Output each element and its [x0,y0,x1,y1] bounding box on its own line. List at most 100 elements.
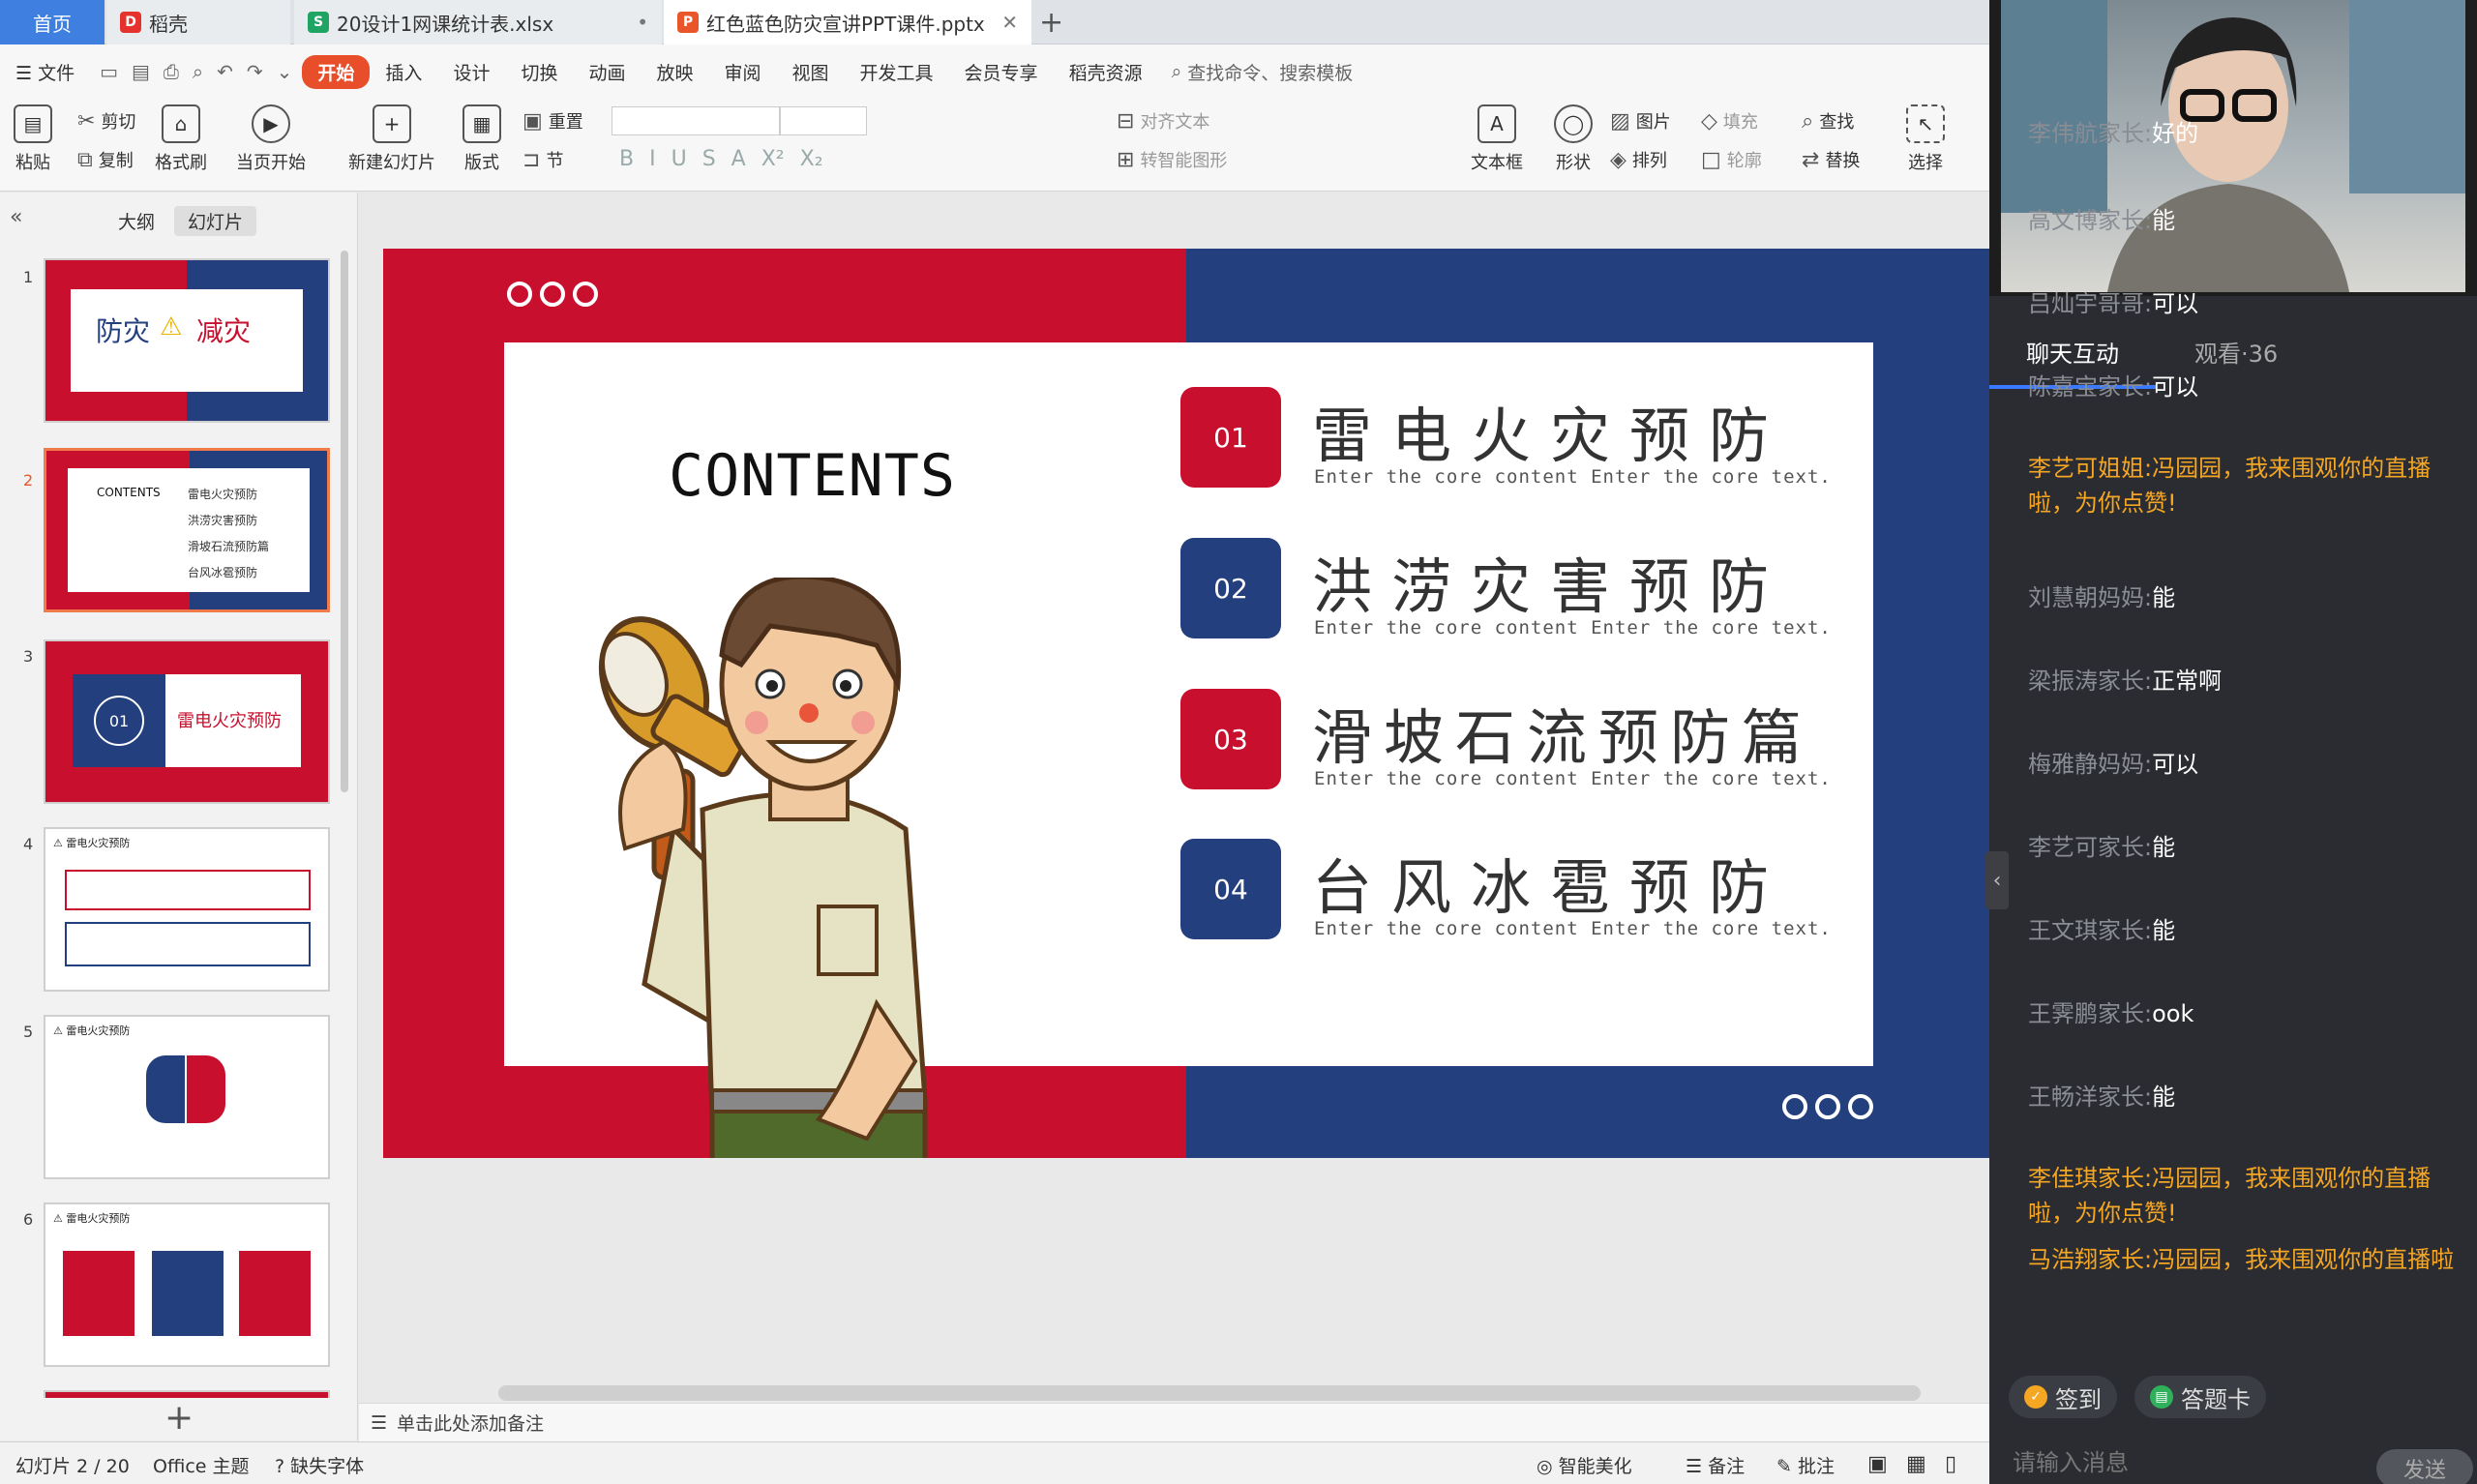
textbox-button[interactable]: A 文本框 [1471,104,1523,174]
menu-transition[interactable]: 切换 [505,59,573,85]
reset-button[interactable]: ▣ 重置 [522,108,583,134]
superscript-icon[interactable]: X² [761,147,785,171]
preview-icon[interactable]: ⌕ [193,60,203,83]
slide-thumb-1[interactable]: 防灾 ⚠ 减灾 [44,258,330,423]
outline-button[interactable]: □ 轮廓 [1701,147,1762,172]
panel-scrollbar[interactable] [341,251,348,792]
print-icon[interactable]: ⎙ [164,60,179,83]
tab-docer[interactable]: D 稻壳 [106,0,290,45]
missing-font-button[interactable]: ? 缺失字体 [275,1452,364,1478]
replace-button[interactable]: ⇄ 替换 [1802,147,1860,172]
smart-beautify-button[interactable]: ◎ 智能美化 [1537,1452,1632,1478]
menu-animation[interactable]: 动画 [573,59,641,85]
grid-view-icon[interactable]: ▦ [1906,1452,1926,1476]
redo-icon[interactable]: ↷ [247,60,263,83]
slide-thumb-4[interactable]: ⚠ 雷电火灾预防 [44,827,330,992]
strikethrough-icon[interactable]: S [702,147,716,171]
new-slide-button[interactable]: + 新建幻灯片 [348,104,435,174]
start-here-button[interactable]: ▶ 当页开始 [236,104,306,174]
menu-docer-resources[interactable]: 稻壳资源 [1054,59,1158,85]
menu-view[interactable]: 视图 [777,59,845,85]
collapse-icon[interactable]: « [10,205,22,229]
export-icon[interactable]: ▤ [132,60,150,83]
slide-title[interactable]: CONTENTS [669,442,956,510]
slide-thumb-7[interactable] [44,1390,330,1398]
slide-thumb-3[interactable]: 01 雷电火灾预防 [44,639,330,804]
answer-card-button[interactable]: ▤ 答题卡 [2134,1376,2266,1418]
chevron-left-icon[interactable]: ‹ [1985,851,2009,909]
picture-button[interactable]: ▨ 图片 [1610,108,1671,134]
contents-item-2[interactable]: 02 洪涝灾害预防 Enter the core content Enter t… [1180,538,1831,644]
format-painter-button[interactable]: ⌂ 格式刷 [155,104,207,174]
find-label: 查找 [1819,112,1855,133]
contents-item-4[interactable]: 04 台风冰雹预防 Enter the core content Enter t… [1180,839,1831,945]
arrange-button[interactable]: ◈ 排列 [1610,147,1667,172]
menu-slideshow[interactable]: 放映 [641,59,708,85]
underline-icon[interactable]: U [671,147,687,171]
send-button[interactable]: 发送 [2376,1449,2473,1484]
layout-button[interactable]: ▦ 版式 [463,104,501,174]
smart-shape-button[interactable]: ⊞ 转智能图形 [1117,147,1227,172]
checkin-button[interactable]: ✓ 签到 [2009,1376,2117,1418]
italic-icon[interactable]: I [649,147,656,171]
chat-message: 李艺可家长:能 [2028,830,2463,865]
slide-thumb-5[interactable]: ⚠ 雷电火灾预防 [44,1015,330,1179]
command-search[interactable]: ⌕ 查找命令、搜索模板 [1172,59,1354,85]
slide-thumb-6[interactable]: ⚠ 雷电火灾预防 [44,1202,330,1367]
fill-button[interactable]: ◇ 填充 [1701,108,1758,134]
notes-toggle-button[interactable]: ☰ 备注 [1686,1452,1745,1478]
chat-sender: 李伟航家长: [2028,120,2153,147]
normal-view-icon[interactable]: ▣ [1867,1452,1888,1476]
menu-member[interactable]: 会员专享 [949,59,1054,85]
contents-item-3[interactable]: 03 滑坡石流预防篇 Enter the core content Enter … [1180,689,1831,795]
chat-input[interactable]: 请输入消息 [2013,1443,2129,1477]
contents-item-1[interactable]: 01 雷电火灾预防 Enter the core content Enter t… [1180,387,1831,493]
thumb-heading: ⚠ 雷电火灾预防 [53,1212,131,1225]
tab-home[interactable]: 首页 [0,0,104,45]
subscript-icon[interactable]: X₂ [800,147,823,171]
clipboard-icon: ▤ [14,104,52,143]
paste-button[interactable]: ▤ 粘贴 [14,104,52,174]
menu-home[interactable]: 开始 [302,54,371,89]
layout-icon: ▦ [463,104,501,143]
tab-outline[interactable]: 大纲 [104,206,168,236]
shape-button[interactable]: ◯ 形状 [1554,104,1593,174]
slide-thumb-2[interactable]: CONTENTS 雷电火灾预防 洪涝灾害预防 滑坡石流预防篇 台风冰雹预防 [44,448,330,612]
copy-icon: ⧉ [77,147,93,172]
cut-button[interactable]: ✂ 剪切 [77,108,135,134]
thumb-item: 洪涝灾害预防 [188,514,258,527]
megaphone-man-illustration[interactable] [528,578,935,1158]
textbox-label: 文本框 [1471,153,1523,173]
font-size-select[interactable] [780,106,867,135]
canvas-scrollbar[interactable] [498,1385,1921,1401]
tab-chat[interactable]: 聊天互动 [2026,335,2119,369]
tab-xlsx[interactable]: S 20设计1网课统计表.xlsx • [294,0,662,45]
close-icon[interactable]: ✕ [1001,11,1018,34]
menu-design[interactable]: 设计 [437,59,505,85]
add-slide-button[interactable]: + [164,1398,194,1438]
menu-insert[interactable]: 插入 [370,59,437,85]
chat-message: 王畅洋家长:能 [2028,1080,2463,1114]
font-color-icon[interactable]: A [731,147,746,171]
tab-slides[interactable]: 幻灯片 [174,206,257,236]
select-button[interactable]: ↖ 选择 [1906,104,1945,174]
reading-view-icon[interactable]: ▯ [1945,1452,1956,1476]
notes-area[interactable]: ☰ 单击此处添加备注 [359,1403,1989,1441]
undo-icon[interactable]: ↶ [217,60,233,83]
find-button[interactable]: ⌕ 查找 [1802,108,1854,134]
copy-button[interactable]: ⧉ 复制 [77,147,134,172]
chevron-down-icon[interactable]: ⌄ [277,60,293,83]
bold-icon[interactable]: B [619,147,634,171]
font-family-select[interactable] [612,106,780,135]
menu-file[interactable]: ☰ 文件 [0,59,90,85]
comment-button[interactable]: ✎ 批注 [1776,1452,1835,1478]
section-button[interactable]: ⊐ 节 [522,147,563,172]
menu-developer[interactable]: 开发工具 [845,59,949,85]
new-tab-button[interactable]: + [1039,6,1063,40]
menu-review[interactable]: 审阅 [709,59,777,85]
tab-pptx[interactable]: P 红色蓝色防灾宣讲PPT课件.pptx ✕ [664,0,1031,45]
save-icon[interactable]: ▭ [100,60,118,83]
tab-viewers[interactable]: 观看·36 [2194,335,2278,369]
align-text-button[interactable]: ⊟ 对齐文本 [1117,108,1209,134]
theme-name[interactable]: Office 主题 [153,1452,250,1478]
